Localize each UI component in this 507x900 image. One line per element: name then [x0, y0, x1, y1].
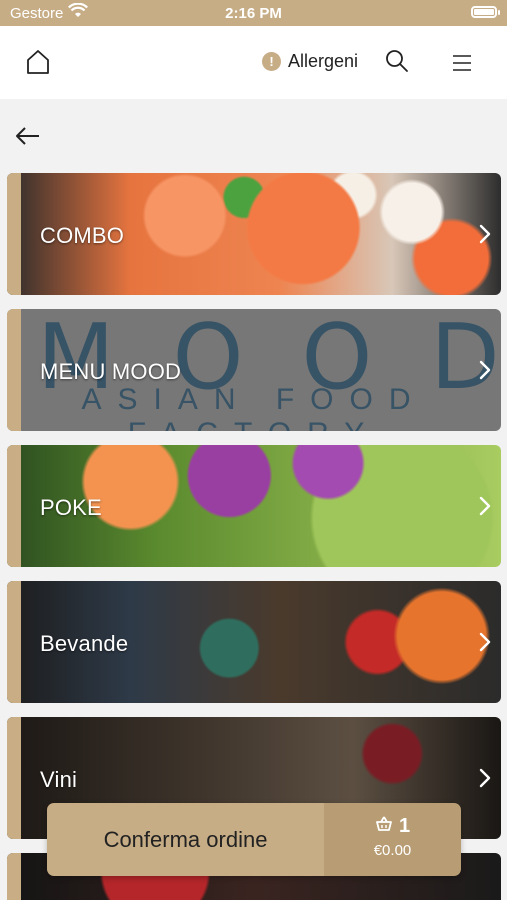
category-card-combo[interactable]: COMBO	[7, 173, 501, 295]
card-accent	[7, 309, 21, 431]
home-icon[interactable]	[24, 48, 52, 81]
cart-total: €0.00	[373, 842, 412, 859]
chevron-right-icon	[479, 360, 491, 385]
allergens-button[interactable]: ! Allergeni	[262, 51, 358, 72]
card-accent	[7, 445, 21, 567]
cart-summary-button[interactable]: 1 €0.00	[324, 803, 461, 876]
chevron-right-icon	[479, 632, 491, 657]
order-bar: Conferma ordine 1 €0.00	[47, 803, 461, 876]
category-label: MENU MOOD	[40, 359, 182, 384]
category-card-menu-mood[interactable]: MOOD ASIAN FOOD FACTORY MENU MOOD	[7, 309, 501, 431]
clock: 2:16 PM	[225, 5, 282, 22]
category-card-poke[interactable]: POKE	[7, 445, 501, 567]
hamburger-menu-icon[interactable]	[452, 54, 472, 77]
category-label: POKE	[40, 495, 102, 520]
card-accent	[7, 717, 21, 839]
back-arrow-icon[interactable]	[14, 124, 42, 153]
warning-icon: !	[262, 52, 281, 71]
category-label: Vini	[40, 767, 78, 792]
chevron-right-icon	[479, 768, 491, 793]
card-accent	[7, 581, 21, 703]
confirm-order-button[interactable]: Conferma ordine	[47, 803, 324, 876]
allergens-label: Allergeni	[288, 51, 359, 71]
search-icon[interactable]	[384, 48, 410, 79]
status-bar: Gestore 2:16 PM	[0, 0, 507, 26]
app-header: ! Allergeni	[0, 26, 507, 99]
category-label: COMBO	[40, 223, 125, 248]
chevron-right-icon	[479, 224, 491, 249]
cart-item-count: 1	[398, 815, 411, 837]
card-accent	[7, 853, 21, 900]
basket-icon	[375, 815, 393, 838]
category-card-bevande[interactable]: Bevande	[7, 581, 501, 703]
chevron-right-icon	[479, 496, 491, 521]
category-label: Bevande	[40, 631, 129, 656]
card-accent	[7, 173, 21, 295]
image-logo-subtext: ASIAN FOOD FACTORY	[81, 383, 427, 431]
battery-icon	[471, 6, 500, 18]
